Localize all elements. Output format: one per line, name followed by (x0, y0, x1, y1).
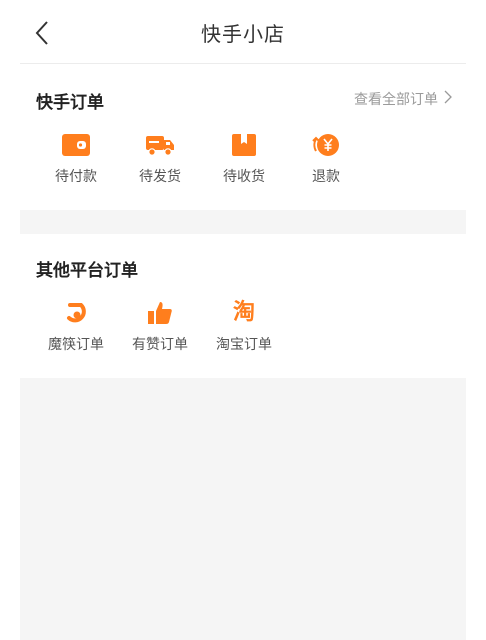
section-title-other-platform-orders: 其他平台订单 (36, 261, 138, 281)
other-platform-orders-section: 其他平台订单 魔筷订单 有赞订单 淘 淘宝订单 (20, 234, 466, 378)
taobao-orders-button[interactable]: 淘 淘宝订单 (204, 298, 284, 354)
view-all-orders-label: 查看全部订单 (354, 92, 438, 108)
kuaishou-orders-section: 快手订单 查看全部订单 待付款 待发货 待收货 退款 (20, 64, 466, 210)
section-spacer (20, 210, 466, 234)
pending-payment-button[interactable]: 待付款 (36, 130, 116, 186)
pending-shipment-button[interactable]: 待发货 (120, 130, 200, 186)
pending-receipt-label: 待收货 (223, 169, 265, 185)
refund-label: 退款 (312, 169, 340, 185)
youzan-orders-label: 有赞订单 (132, 337, 188, 353)
section-title-kuaishou-orders: 快手订单 (36, 93, 104, 113)
page-title: 快手小店 (201, 22, 285, 46)
wallet-icon (59, 130, 93, 160)
taobao-logo-glyph: 淘 (232, 300, 255, 325)
youzan-orders-button[interactable]: 有赞订单 (120, 298, 200, 354)
refund-yen-icon (309, 130, 343, 160)
refund-button[interactable]: 退款 (286, 130, 366, 186)
package-box-icon (227, 130, 261, 160)
thumbs-up-icon (143, 298, 177, 328)
view-all-orders-link[interactable]: 查看全部订单 (354, 89, 452, 109)
empty-background-area (20, 378, 466, 640)
mokuai-logo-icon (59, 298, 93, 328)
pending-payment-label: 待付款 (55, 169, 97, 185)
pending-shipment-label: 待发货 (139, 169, 181, 185)
delivery-truck-icon (143, 130, 177, 160)
taobao-orders-label: 淘宝订单 (216, 337, 272, 353)
taobao-logo-icon: 淘 (227, 298, 261, 328)
pending-receipt-button[interactable]: 待收货 (204, 130, 284, 186)
chevron-right-icon (444, 90, 452, 108)
top-bar: 快手小店 (0, 0, 486, 64)
mokuai-orders-label: 魔筷订单 (48, 337, 104, 353)
mokuai-orders-button[interactable]: 魔筷订单 (36, 298, 116, 354)
